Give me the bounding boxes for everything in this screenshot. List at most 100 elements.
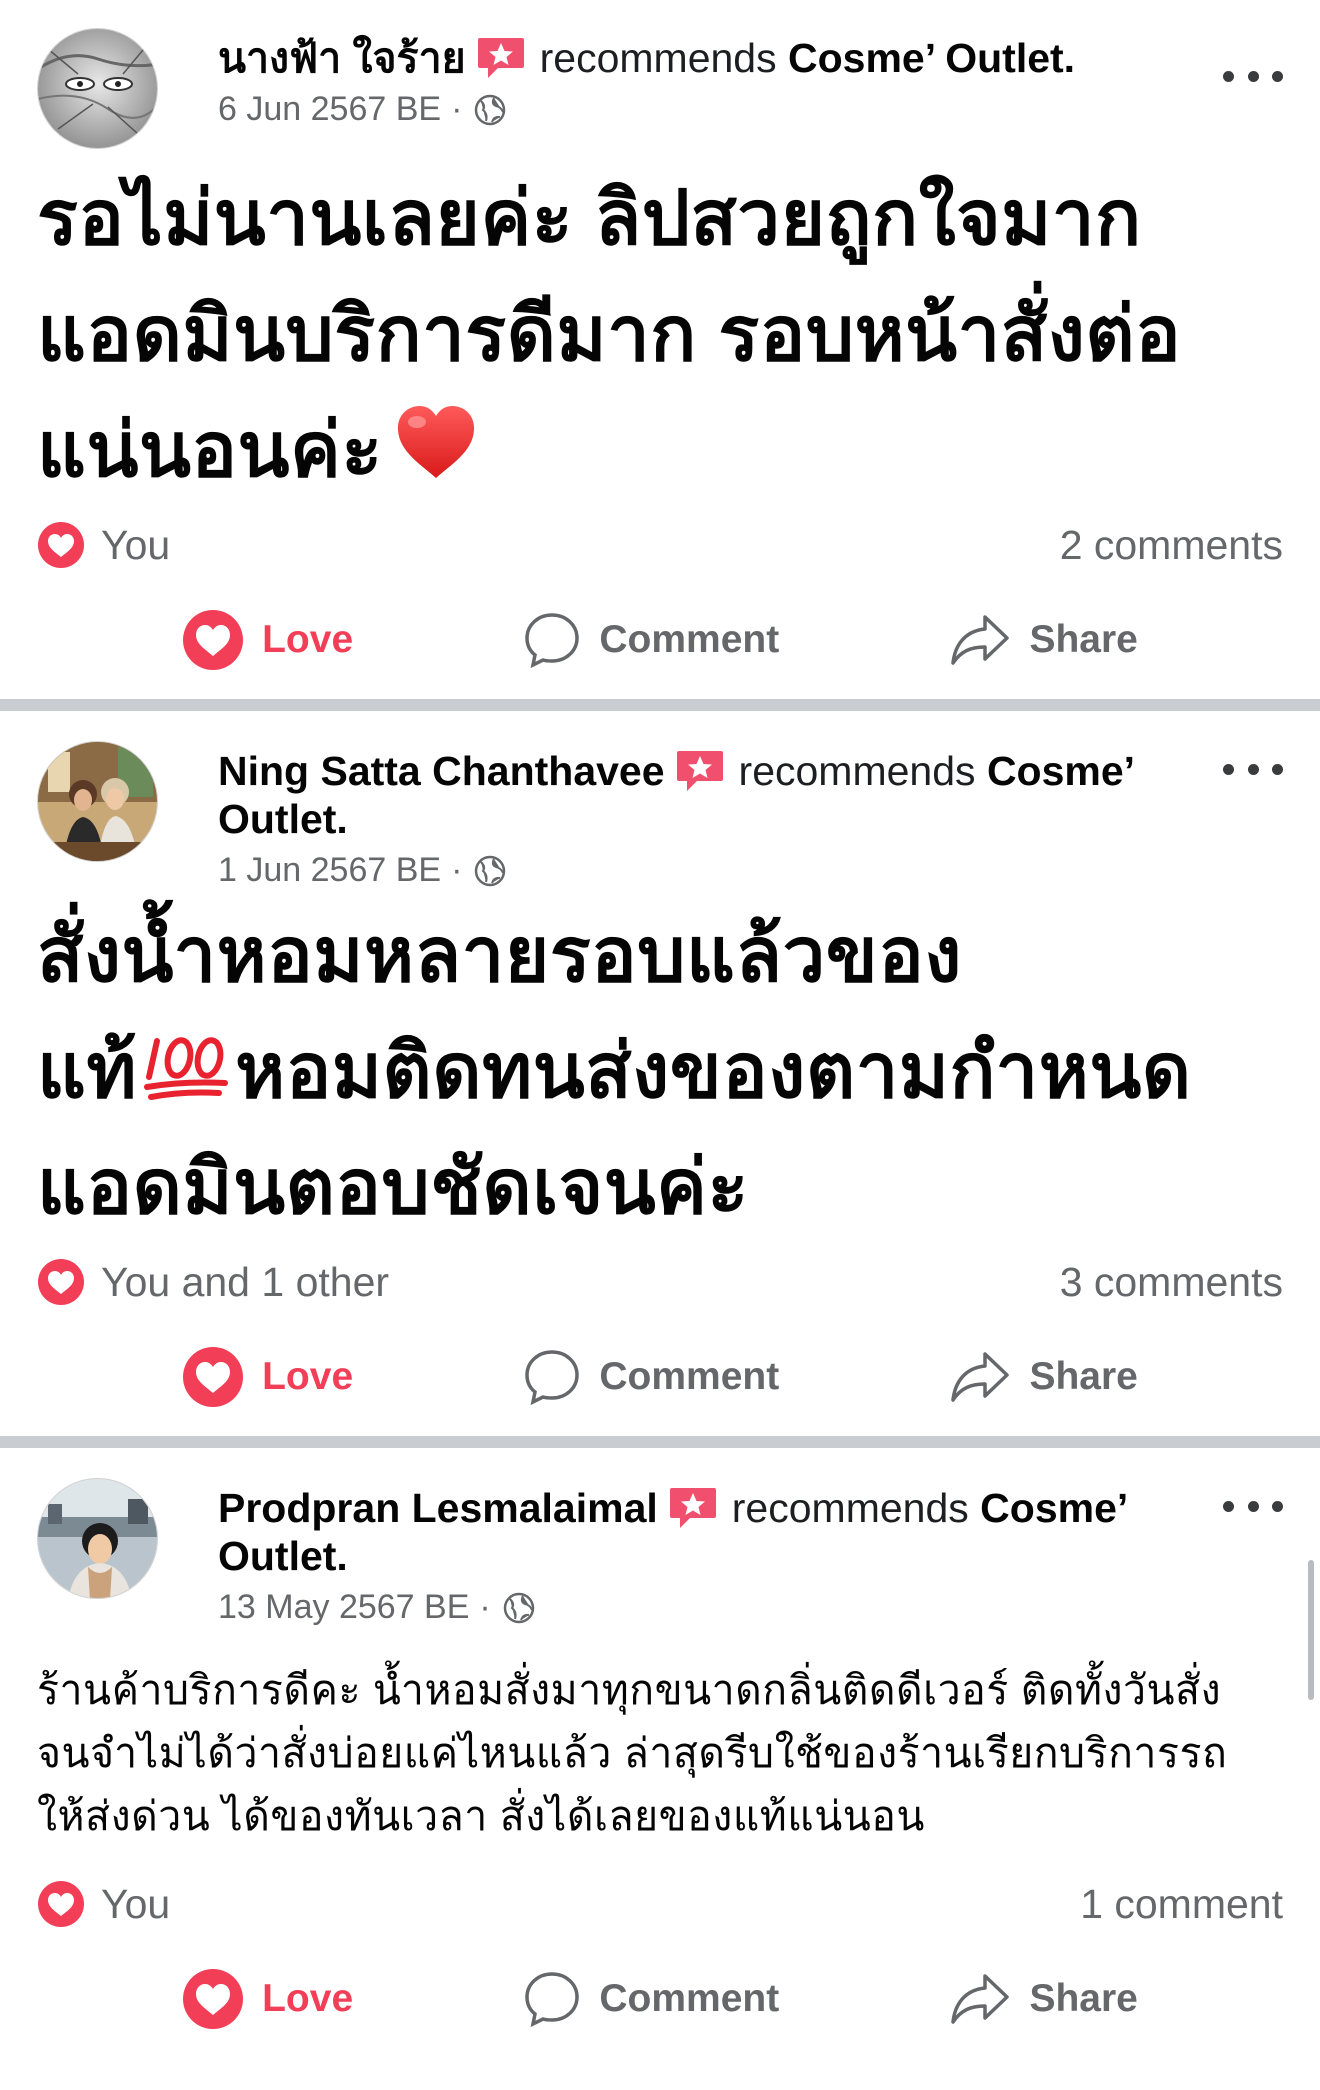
post-actions: Love Comment Share <box>37 1940 1283 2058</box>
share-icon <box>951 615 1010 665</box>
post-body-text: แน่นอนค่ะ <box>37 408 383 493</box>
avatar[interactable] <box>37 741 158 862</box>
post-body: รอไม่นานเลยค่ะ ลิปสวยถูกใจมาก แอดมินบริก… <box>37 161 1283 509</box>
post: Ning Satta Chanthavee recommends Cosme’ O… <box>0 711 1320 1436</box>
meta-dot: · <box>479 1588 491 1626</box>
page-name[interactable]: Cosme’ <box>980 1485 1128 1531</box>
share-icon <box>951 1974 1010 2024</box>
share-button[interactable]: Share <box>949 1970 1138 2028</box>
page-name-continued[interactable]: Outlet. <box>218 796 348 842</box>
recommend-star-icon <box>669 1488 716 1528</box>
post-date[interactable]: 6 Jun 2567 BE <box>218 90 441 129</box>
comments-count[interactable]: 2 comments <box>1060 522 1283 569</box>
post-date[interactable]: 13 May 2567 BE <box>218 1588 469 1627</box>
post-body-line: แอดมินบริการดีมาก รอบหน้าสั่งต่อ <box>37 292 1182 377</box>
share-button[interactable]: Share <box>949 611 1138 669</box>
love-label: Love <box>262 1355 354 1398</box>
heart-reaction-icon <box>38 1259 84 1305</box>
author-name[interactable]: นางฟ้า ใจร้าย <box>218 35 466 81</box>
post-meta: 6 Jun 2567 BE · <box>218 90 1075 129</box>
recommend-star-icon <box>676 751 723 791</box>
post-headline-block: Prodpran Lesmalaimal recommends Cosme’ Ou… <box>218 1478 1248 1627</box>
love-button[interactable]: Love <box>182 1968 353 2030</box>
post-date[interactable]: 1 Jun 2567 BE <box>218 851 441 890</box>
share-label: Share <box>1029 1355 1138 1398</box>
post-separator <box>0 699 1320 711</box>
comment-icon <box>525 1972 580 2028</box>
post-body-text: แท้ <box>37 1029 138 1114</box>
comment-icon <box>525 1350 580 1406</box>
comment-label: Comment <box>599 1977 780 2020</box>
more-icon[interactable] <box>1223 66 1283 86</box>
post-body-line: รอไม่นานเลยค่ะ ลิปสวยถูกใจมาก <box>37 176 1142 261</box>
love-icon <box>183 610 244 670</box>
post-body-line-with-emoji: แน่นอนค่ะ <box>37 393 1283 509</box>
post-stats: You 2 comments <box>37 509 1283 581</box>
red-heart-emoji <box>397 406 474 478</box>
post-separator <box>0 1436 1320 1448</box>
post-body-text: หอมติดทนส่งของตามกำหนด <box>235 1029 1192 1114</box>
page-name[interactable]: Cosme’ Outlet. <box>788 35 1075 81</box>
post: Prodpran Lesmalaimal recommends Cosme’ Ou… <box>0 1448 1320 2058</box>
share-button[interactable]: Share <box>949 1348 1138 1406</box>
recommend-star-icon <box>477 38 524 78</box>
page-name[interactable]: Cosme’ <box>987 748 1135 794</box>
post-body-line: จนจำไม่ได้ว่าสั่งบ่อยแค่ไหนแล้ว ล่าสุดรี… <box>37 1730 1228 1776</box>
more-icon[interactable] <box>1223 759 1283 779</box>
avatar[interactable] <box>37 1478 158 1599</box>
globe-icon <box>475 94 506 125</box>
post-headline: นางฟ้า ใจร้าย recommends Cosme’ Outlet. <box>218 34 1075 82</box>
post-body-line: แอดมินตอบชัดเจนค่ะ <box>37 1145 749 1230</box>
comment-button[interactable]: Comment <box>523 1970 779 2028</box>
reactions-summary[interactable]: You <box>37 521 170 569</box>
share-icon <box>951 1352 1010 1402</box>
comments-count[interactable]: 3 comments <box>1060 1259 1283 1306</box>
post-body: ร้านค้าบริการดีคะ น้ำหอมสั่งมาทุกขนาดกลิ… <box>37 1659 1283 1848</box>
post-headline-block: นางฟ้า ใจร้าย recommends Cosme’ Outlet. 6… <box>218 28 1195 129</box>
post-header: Prodpran Lesmalaimal recommends Cosme’ Ou… <box>37 1478 1283 1627</box>
post-body-line: สั่งน้ำหอมหลายรอบแล้วของ <box>37 913 962 998</box>
post-headline-block: Ning Satta Chanthavee recommends Cosme’ O… <box>218 741 1255 890</box>
avatar[interactable] <box>37 28 158 149</box>
post-body: สั่งน้ำหอมหลายรอบแล้วของ แท้ หอมติดทนส่งข… <box>37 898 1283 1246</box>
author-name[interactable]: Prodpran Lesmalaimal <box>218 1485 658 1531</box>
globe-icon <box>475 855 506 886</box>
love-label: Love <box>262 618 354 661</box>
recommends-text: recommends <box>738 748 976 794</box>
post-header: นางฟ้า ใจร้าย recommends Cosme’ Outlet. 6… <box>37 28 1283 149</box>
heart-reaction-icon <box>38 1881 84 1927</box>
share-label: Share <box>1029 618 1138 661</box>
comment-label: Comment <box>599 1355 780 1398</box>
post-headline: Ning Satta Chanthavee recommends Cosme’ O… <box>218 747 1135 843</box>
post-body-line-with-emoji: แท้ หอมติดทนส่งของตามกำหนด <box>37 1014 1283 1130</box>
comment-icon <box>525 613 580 669</box>
more-icon[interactable] <box>1223 1496 1283 1516</box>
reaction-text: You <box>101 1880 171 1927</box>
love-button[interactable]: Love <box>182 609 353 671</box>
post-meta: 1 Jun 2567 BE · <box>218 851 1135 890</box>
share-label: Share <box>1029 1977 1138 2020</box>
love-icon <box>183 1969 244 2029</box>
globe-icon <box>503 1592 534 1623</box>
reaction-text: You <box>101 521 171 568</box>
recommends-text: recommends <box>539 35 777 81</box>
page-name-continued[interactable]: Outlet. <box>218 1533 348 1579</box>
love-button[interactable]: Love <box>182 1346 353 1408</box>
post-body-line: ร้านค้าบริการดีคะ น้ำหอมสั่งมาทุกขนาดกลิ… <box>37 1667 1222 1713</box>
scrollbar[interactable] <box>1308 1560 1314 1700</box>
feed: นางฟ้า ใจร้าย recommends Cosme’ Outlet. 6… <box>0 0 1320 2058</box>
reactions-summary[interactable]: You <box>37 1880 170 1928</box>
post-header: Ning Satta Chanthavee recommends Cosme’ O… <box>37 741 1283 890</box>
post-body-line: ให้ส่งด่วน ได้ของทันเวลา สั่งได้เลยของแท… <box>37 1793 925 1839</box>
comment-button[interactable]: Comment <box>523 611 779 669</box>
post-headline: Prodpran Lesmalaimal recommends Cosme’ Ou… <box>218 1484 1128 1580</box>
comment-button[interactable]: Comment <box>523 1348 779 1406</box>
reaction-text: You and 1 other <box>101 1258 390 1305</box>
hundred-points-emoji <box>144 1037 229 1100</box>
post: นางฟ้า ใจร้าย recommends Cosme’ Outlet. 6… <box>0 0 1320 699</box>
comment-label: Comment <box>599 618 780 661</box>
comments-count[interactable]: 1 comment <box>1080 1881 1283 1928</box>
recommends-text: recommends <box>731 1485 969 1531</box>
reactions-summary[interactable]: You and 1 other <box>37 1258 389 1306</box>
author-name[interactable]: Ning Satta Chanthavee <box>218 748 665 794</box>
